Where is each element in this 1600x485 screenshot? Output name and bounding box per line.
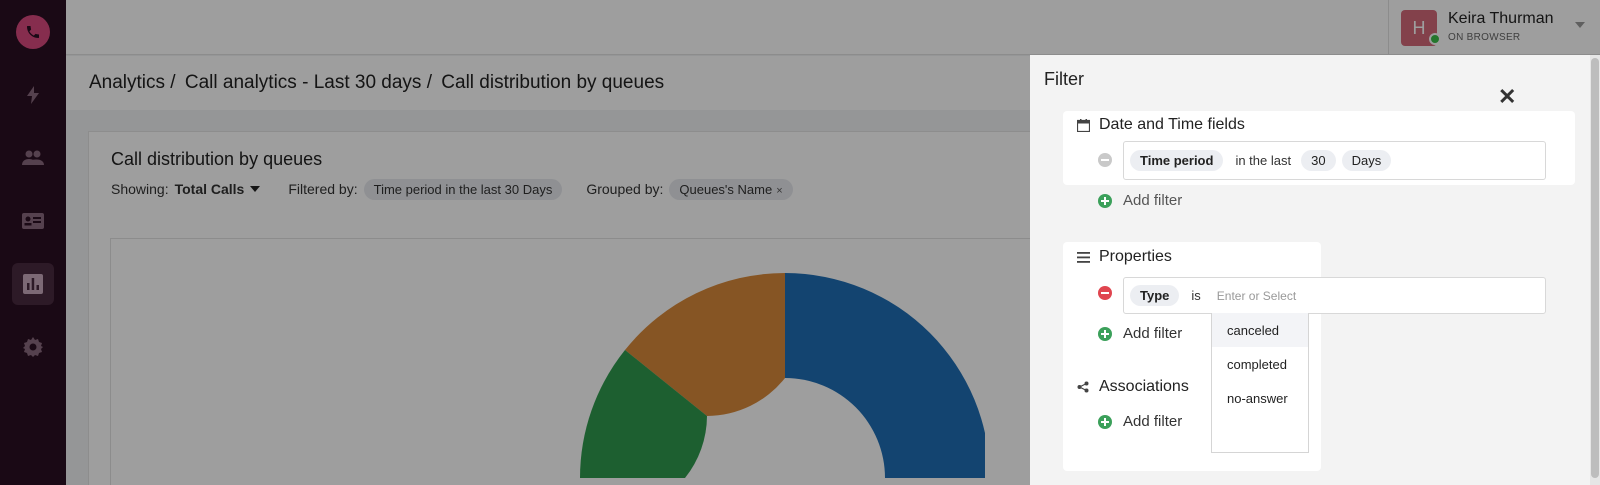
condition-unit[interactable]: Days bbox=[1341, 150, 1392, 171]
calendar-icon bbox=[1077, 118, 1091, 132]
add-icon[interactable] bbox=[1098, 415, 1112, 429]
add-property-filter-button[interactable]: Add filter bbox=[1123, 325, 1182, 342]
option-completed[interactable]: completed bbox=[1212, 347, 1308, 381]
add-association-filter-button[interactable]: Add filter bbox=[1123, 413, 1182, 430]
option-no-answer[interactable]: no-answer bbox=[1212, 381, 1308, 415]
type-condition[interactable]: Type is Enter or Select bbox=[1123, 277, 1546, 314]
remove-condition-icon[interactable] bbox=[1098, 153, 1112, 167]
condition-field[interactable]: Time period bbox=[1130, 150, 1224, 171]
close-icon[interactable]: ✕ bbox=[1498, 84, 1516, 110]
option-canceled[interactable]: canceled bbox=[1212, 313, 1308, 347]
filter-title: Filter bbox=[1044, 69, 1084, 89]
condition-operator[interactable]: is bbox=[1191, 288, 1200, 303]
remove-condition-icon[interactable] bbox=[1098, 286, 1112, 300]
type-options-dropdown: canceled completed no-answer bbox=[1211, 313, 1309, 453]
condition-value[interactable]: 30 bbox=[1301, 150, 1336, 171]
add-icon[interactable] bbox=[1098, 327, 1112, 341]
condition-field[interactable]: Type bbox=[1130, 285, 1180, 306]
time-period-condition[interactable]: Time period in the last 30 Days bbox=[1123, 141, 1546, 180]
share-icon bbox=[1077, 381, 1091, 393]
value-input[interactable]: Enter or Select bbox=[1217, 289, 1296, 303]
add-date-filter-button[interactable]: Add filter bbox=[1123, 192, 1182, 209]
properties-header: Properties bbox=[1077, 243, 1172, 271]
date-time-header: Date and Time fields bbox=[1077, 111, 1245, 139]
properties-title: Properties bbox=[1099, 248, 1172, 265]
associations-header: Associations bbox=[1077, 373, 1189, 401]
add-icon[interactable] bbox=[1098, 194, 1112, 208]
associations-title: Associations bbox=[1099, 378, 1189, 395]
list-icon bbox=[1077, 251, 1091, 263]
scrollbar-thumb[interactable] bbox=[1591, 58, 1599, 478]
condition-operator[interactable]: in the last bbox=[1235, 153, 1291, 168]
date-time-title: Date and Time fields bbox=[1099, 116, 1245, 133]
